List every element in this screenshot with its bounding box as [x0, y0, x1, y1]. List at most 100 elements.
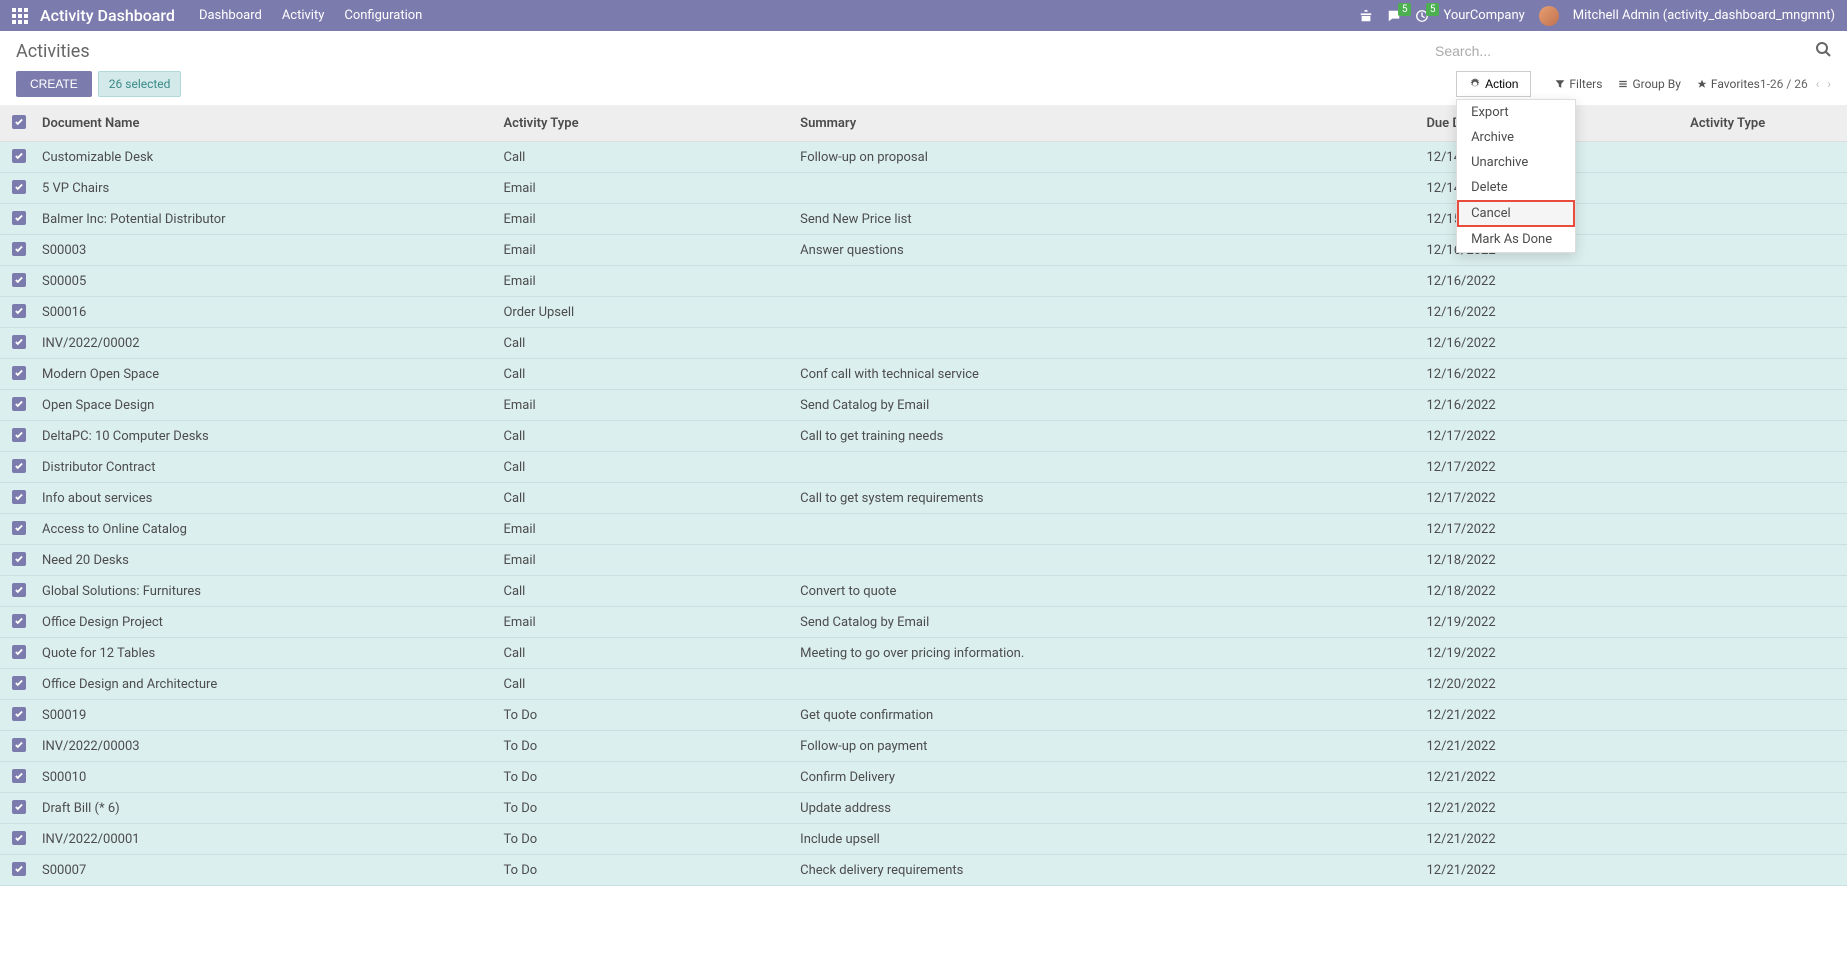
- row-checkbox[interactable]: [12, 521, 26, 535]
- search-icon[interactable]: [1815, 41, 1831, 61]
- table-row[interactable]: S00010 To Do Confirm Delivery 12/21/2022: [0, 762, 1847, 793]
- row-checkbox[interactable]: [12, 459, 26, 473]
- nav-activity[interactable]: Activity: [282, 8, 325, 23]
- clock-icon[interactable]: 5: [1415, 9, 1429, 23]
- cell-summary: Call to get system requirements: [792, 483, 1418, 514]
- action-menu-cancel[interactable]: Cancel: [1457, 200, 1575, 227]
- table-row[interactable]: Draft Bill (* 6) To Do Update address 12…: [0, 793, 1847, 824]
- row-checkbox[interactable]: [12, 552, 26, 566]
- table-row[interactable]: Modern Open Space Call Conf call with te…: [0, 359, 1847, 390]
- row-checkbox[interactable]: [12, 583, 26, 597]
- chat-icon[interactable]: 5: [1387, 9, 1401, 23]
- pager-prev-icon[interactable]: ‹: [1816, 77, 1820, 91]
- row-checkbox[interactable]: [12, 211, 26, 225]
- header-activity-type[interactable]: Activity Type: [495, 105, 792, 142]
- row-checkbox[interactable]: [12, 862, 26, 876]
- table-row[interactable]: Info about services Call Call to get sys…: [0, 483, 1847, 514]
- cell-document-name: S00003: [34, 235, 495, 266]
- table-row[interactable]: Open Space Design Email Send Catalog by …: [0, 390, 1847, 421]
- row-checkbox[interactable]: [12, 180, 26, 194]
- table-row[interactable]: Access to Online Catalog Email 12/17/202…: [0, 514, 1847, 545]
- cell-activity-type-2: [1682, 328, 1847, 359]
- favorites-button[interactable]: Favorites: [1697, 77, 1760, 91]
- cell-document-name: 5 VP Chairs: [34, 173, 495, 204]
- table-row[interactable]: S00007 To Do Check delivery requirements…: [0, 855, 1847, 886]
- cell-due-date: 12/21/2022: [1418, 855, 1682, 886]
- groupby-button[interactable]: Group By: [1618, 77, 1680, 91]
- row-checkbox[interactable]: [12, 273, 26, 287]
- action-menu-archive[interactable]: Archive: [1457, 125, 1575, 150]
- company-name[interactable]: YourCompany: [1443, 8, 1524, 23]
- select-all-checkbox[interactable]: [12, 115, 26, 129]
- table-row[interactable]: Distributor Contract Call 12/17/2022: [0, 452, 1847, 483]
- pager-text[interactable]: 1-26 / 26: [1760, 77, 1808, 91]
- cell-document-name: S00005: [34, 266, 495, 297]
- create-button[interactable]: CREATE: [16, 71, 92, 97]
- table-row[interactable]: Office Design and Architecture Call 12/2…: [0, 669, 1847, 700]
- nav-configuration[interactable]: Configuration: [344, 8, 422, 23]
- action-menu-mark-as-done[interactable]: Mark As Done: [1457, 227, 1575, 252]
- row-checkbox[interactable]: [12, 397, 26, 411]
- table-row[interactable]: Global Solutions: Furnitures Call Conver…: [0, 576, 1847, 607]
- cell-activity-type-2: [1682, 390, 1847, 421]
- table-row[interactable]: INV/2022/00002 Call 12/16/2022: [0, 328, 1847, 359]
- row-checkbox[interactable]: [12, 614, 26, 628]
- header-activity-type-2[interactable]: Activity Type: [1682, 105, 1847, 142]
- selected-count-badge[interactable]: 26 selected: [98, 71, 182, 97]
- filters-label: Filters: [1569, 77, 1602, 91]
- row-checkbox[interactable]: [12, 769, 26, 783]
- action-menu-unarchive[interactable]: Unarchive: [1457, 150, 1575, 175]
- table-row[interactable]: S00016 Order Upsell 12/16/2022: [0, 297, 1847, 328]
- filters-button[interactable]: Filters: [1555, 77, 1602, 91]
- row-checkbox[interactable]: [12, 335, 26, 349]
- gift-icon[interactable]: [1359, 9, 1373, 23]
- table-row[interactable]: DeltaPC: 10 Computer Desks Call Call to …: [0, 421, 1847, 452]
- action-menu-delete[interactable]: Delete: [1457, 175, 1575, 200]
- cell-document-name: S00007: [34, 855, 495, 886]
- header-document-name[interactable]: Document Name: [34, 105, 495, 142]
- groupby-label: Group By: [1632, 77, 1680, 91]
- cell-activity-type-2: [1682, 514, 1847, 545]
- cell-summary: Send Catalog by Email: [792, 607, 1418, 638]
- user-name[interactable]: Mitchell Admin (activity_dashboard_mngmn…: [1573, 8, 1835, 23]
- search-input[interactable]: [1431, 39, 1831, 63]
- nav-brand[interactable]: Activity Dashboard: [40, 6, 175, 25]
- row-checkbox[interactable]: [12, 707, 26, 721]
- pager-next-icon[interactable]: ›: [1827, 77, 1831, 91]
- cell-summary: Include upsell: [792, 824, 1418, 855]
- row-checkbox[interactable]: [12, 428, 26, 442]
- row-checkbox[interactable]: [12, 242, 26, 256]
- action-menu-export[interactable]: Export: [1457, 100, 1575, 125]
- table-row[interactable]: S00019 To Do Get quote confirmation 12/2…: [0, 700, 1847, 731]
- action-button[interactable]: Action: [1456, 71, 1531, 97]
- apps-icon[interactable]: [12, 8, 28, 24]
- avatar[interactable]: [1539, 6, 1559, 26]
- table-row[interactable]: S00005 Email 12/16/2022: [0, 266, 1847, 297]
- row-checkbox[interactable]: [12, 831, 26, 845]
- row-checkbox[interactable]: [12, 676, 26, 690]
- row-checkbox[interactable]: [12, 304, 26, 318]
- cell-activity-type: Call: [495, 576, 792, 607]
- table-row[interactable]: Quote for 12 Tables Call Meeting to go o…: [0, 638, 1847, 669]
- cell-due-date: 12/18/2022: [1418, 545, 1682, 576]
- breadcrumb-row: Activities: [0, 31, 1847, 67]
- cell-due-date: 12/17/2022: [1418, 452, 1682, 483]
- row-checkbox[interactable]: [12, 645, 26, 659]
- cell-activity-type-2: [1682, 855, 1847, 886]
- row-checkbox[interactable]: [12, 738, 26, 752]
- cell-summary: Conf call with technical service: [792, 359, 1418, 390]
- row-checkbox[interactable]: [12, 149, 26, 163]
- row-checkbox[interactable]: [12, 366, 26, 380]
- table-row[interactable]: Office Design Project Email Send Catalog…: [0, 607, 1847, 638]
- cell-activity-type-2: [1682, 762, 1847, 793]
- table-row[interactable]: Need 20 Desks Email 12/18/2022: [0, 545, 1847, 576]
- cell-document-name: Balmer Inc: Potential Distributor: [34, 204, 495, 235]
- cell-document-name: Open Space Design: [34, 390, 495, 421]
- table-row[interactable]: INV/2022/00001 To Do Include upsell 12/2…: [0, 824, 1847, 855]
- cell-activity-type-2: [1682, 452, 1847, 483]
- row-checkbox[interactable]: [12, 490, 26, 504]
- nav-dashboard[interactable]: Dashboard: [199, 8, 262, 23]
- table-row[interactable]: INV/2022/00003 To Do Follow-up on paymen…: [0, 731, 1847, 762]
- row-checkbox[interactable]: [12, 800, 26, 814]
- header-summary[interactable]: Summary: [792, 105, 1418, 142]
